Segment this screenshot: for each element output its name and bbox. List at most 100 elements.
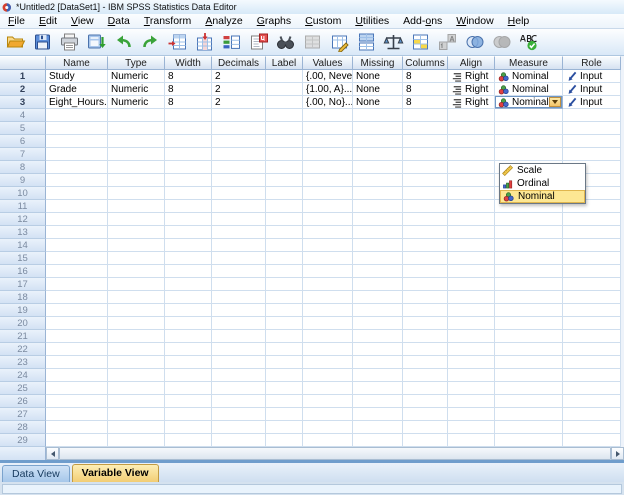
cell-r5-measure[interactable]	[495, 122, 563, 135]
cell-r2-type[interactable]: Numeric	[108, 83, 165, 96]
row-header-8[interactable]: 8	[0, 161, 46, 174]
cell-r5-columns[interactable]	[403, 122, 448, 135]
cell-r18-align[interactable]	[448, 291, 495, 304]
cell-r5-name[interactable]	[46, 122, 108, 135]
cell-r10-missing[interactable]	[353, 187, 403, 200]
cell-r4-type[interactable]	[108, 109, 165, 122]
cell-r15-decimals[interactable]	[212, 252, 266, 265]
cell-r24-decimals[interactable]	[212, 369, 266, 382]
select-all-corner[interactable]	[0, 56, 46, 70]
cell-r14-missing[interactable]	[353, 239, 403, 252]
cell-r29-missing[interactable]	[353, 434, 403, 447]
cell-r22-align[interactable]	[448, 343, 495, 356]
cell-r20-label[interactable]	[266, 317, 303, 330]
menu-utilities[interactable]: Utilities	[350, 14, 398, 28]
row-header-11[interactable]: 11	[0, 200, 46, 213]
menu-window[interactable]: Window	[451, 14, 502, 28]
cell-r5-decimals[interactable]	[212, 122, 266, 135]
cell-r6-type[interactable]	[108, 135, 165, 148]
cell-r15-measure[interactable]	[495, 252, 563, 265]
cell-r25-measure[interactable]	[495, 382, 563, 395]
cell-r1-decimals[interactable]: 2	[212, 70, 266, 83]
cell-r15-width[interactable]	[165, 252, 212, 265]
cell-r8-decimals[interactable]	[212, 161, 266, 174]
cell-r28-decimals[interactable]	[212, 421, 266, 434]
cell-r16-align[interactable]	[448, 265, 495, 278]
cell-r17-columns[interactable]	[403, 278, 448, 291]
cell-r4-width[interactable]	[165, 109, 212, 122]
cell-r8-missing[interactable]	[353, 161, 403, 174]
cell-r21-label[interactable]	[266, 330, 303, 343]
cell-r1-width[interactable]: 8	[165, 70, 212, 83]
cell-r12-width[interactable]	[165, 213, 212, 226]
cell-r25-columns[interactable]	[403, 382, 448, 395]
cell-r6-role[interactable]	[563, 135, 621, 148]
cell-r10-width[interactable]	[165, 187, 212, 200]
row-header-1[interactable]: 1	[0, 70, 46, 83]
cell-r24-missing[interactable]	[353, 369, 403, 382]
cell-r14-values[interactable]	[303, 239, 353, 252]
cell-r13-width[interactable]	[165, 226, 212, 239]
cell-r19-align[interactable]	[448, 304, 495, 317]
cell-r8-columns[interactable]	[403, 161, 448, 174]
scrollbar-thumb[interactable]	[59, 447, 611, 460]
cell-r27-width[interactable]	[165, 408, 212, 421]
row-header-12[interactable]: 12	[0, 213, 46, 226]
cell-r14-decimals[interactable]	[212, 239, 266, 252]
cell-r23-width[interactable]	[165, 356, 212, 369]
cell-r25-missing[interactable]	[353, 382, 403, 395]
cell-r20-width[interactable]	[165, 317, 212, 330]
cell-r2-columns[interactable]: 8	[403, 83, 448, 96]
cell-r13-missing[interactable]	[353, 226, 403, 239]
cell-r7-role[interactable]	[563, 148, 621, 161]
cell-r12-values[interactable]	[303, 213, 353, 226]
cell-r6-label[interactable]	[266, 135, 303, 148]
cell-r19-name[interactable]	[46, 304, 108, 317]
cell-r2-name[interactable]: Grade	[46, 83, 108, 96]
cell-r3-role[interactable]: Input	[563, 96, 621, 109]
cell-r18-missing[interactable]	[353, 291, 403, 304]
row-header-18[interactable]: 18	[0, 291, 46, 304]
cell-r3-name[interactable]: Eight_Hours...	[46, 96, 108, 109]
row-header-25[interactable]: 25	[0, 382, 46, 395]
cell-r1-role[interactable]: Input	[563, 70, 621, 83]
cell-r15-role[interactable]	[563, 252, 621, 265]
cell-r9-label[interactable]	[266, 174, 303, 187]
cell-r2-label[interactable]	[266, 83, 303, 96]
cell-r25-align[interactable]	[448, 382, 495, 395]
cell-r17-decimals[interactable]	[212, 278, 266, 291]
cell-r7-missing[interactable]	[353, 148, 403, 161]
cell-r24-width[interactable]	[165, 369, 212, 382]
variables-mu-button[interactable]	[245, 30, 272, 54]
cell-r9-name[interactable]	[46, 174, 108, 187]
cell-r25-decimals[interactable]	[212, 382, 266, 395]
cell-r4-align[interactable]	[448, 109, 495, 122]
cell-r19-values[interactable]	[303, 304, 353, 317]
cell-r11-name[interactable]	[46, 200, 108, 213]
tab-data-view[interactable]: Data View	[2, 465, 70, 482]
cell-r28-measure[interactable]	[495, 421, 563, 434]
row-header-15[interactable]: 15	[0, 252, 46, 265]
row-header-6[interactable]: 6	[0, 135, 46, 148]
cell-r9-decimals[interactable]	[212, 174, 266, 187]
cell-r19-missing[interactable]	[353, 304, 403, 317]
cell-r13-decimals[interactable]	[212, 226, 266, 239]
cell-r14-align[interactable]	[448, 239, 495, 252]
row-header-3[interactable]: 3	[0, 96, 46, 109]
cell-r24-measure[interactable]	[495, 369, 563, 382]
cell-r12-missing[interactable]	[353, 213, 403, 226]
cell-r1-measure[interactable]: Nominal	[495, 70, 563, 83]
cell-r15-values[interactable]	[303, 252, 353, 265]
cell-r17-type[interactable]	[108, 278, 165, 291]
cell-r1-values[interactable]: {.00, Never}...	[303, 70, 353, 83]
cell-r3-columns[interactable]: 8	[403, 96, 448, 109]
cell-r28-columns[interactable]	[403, 421, 448, 434]
cell-r15-missing[interactable]	[353, 252, 403, 265]
cell-r11-type[interactable]	[108, 200, 165, 213]
cell-r2-missing[interactable]: None	[353, 83, 403, 96]
cell-r7-values[interactable]	[303, 148, 353, 161]
cell-r23-columns[interactable]	[403, 356, 448, 369]
cell-r20-name[interactable]	[46, 317, 108, 330]
cell-r9-missing[interactable]	[353, 174, 403, 187]
cell-r24-label[interactable]	[266, 369, 303, 382]
